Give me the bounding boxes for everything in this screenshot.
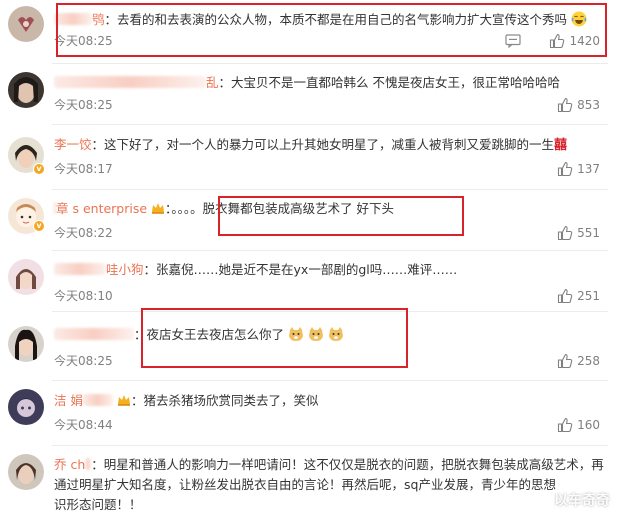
double-happiness-emoji: 囍 [554,138,568,153]
like-count: 258 [577,354,600,368]
avatar[interactable] [8,259,44,295]
crown-badge-icon [117,395,130,406]
like-button[interactable]: 160 [557,417,600,433]
comment-item: 乱：大宝贝不是一直都哈韩么 不愧是夜店女王，很正常哈哈哈哈 今天08:25 85… [0,64,620,124]
comment-text: 大宝贝不是一直都哈韩么 不愧是夜店女王，很正常哈哈哈哈 [231,75,561,90]
comment-item: 乔 ch ：明星和普通人的影响力一样吧请问！这不仅仅是脱衣的问题，把脱衣舞包装成高… [0,446,620,514]
avatar[interactable] [8,6,44,42]
thumbs-up-icon [558,288,573,304]
comment-text: 这下好了，对一个人的暴力可以上升其她女明星了，减重人被背刺又爱跳脚的一生 [104,137,555,152]
watermark: 以车奇奇 [554,493,610,509]
like-count: 160 [577,418,600,432]
comment-text: 猪去杀猪场欣赏同类去了，笑似 [143,393,319,408]
username[interactable]: 章 s enterprise [56,201,147,216]
like-count: 251 [577,289,600,303]
avatar[interactable] [8,454,44,490]
username[interactable]: 李一饺 [54,137,92,152]
comment-time: 今天08:25 [54,98,113,112]
username[interactable]: 哇小狗 [106,262,144,277]
like-button[interactable]: 251 [557,288,600,304]
like-button[interactable]: 853 [557,97,600,113]
comment-body: 乔 ch ：明星和普通人的影响力一样吧请问！这不仅仅是脱衣的问题，把脱衣舞包装成高… [54,455,610,514]
redacted-username-blur [54,328,134,340]
like-count: 551 [577,226,600,240]
highlight-box [56,3,607,57]
comment-line: 洁 娟 ：猪去杀猪场欣赏同类去了，笑似 [54,393,319,408]
redacted-username-blur [54,263,106,275]
comment-item: 洁 娟 ：猪去杀猪场欣赏同类去了，笑似 今天08:44 160 [0,381,620,437]
username[interactable]: 乔 ch [54,457,85,472]
comment-line: 李一饺：这下好了，对一个人的暴力可以上升其她女明星了，减重人被背刺又爱跳脚的一生… [54,137,568,153]
highlight-box [218,196,464,236]
comment-line: 哇小狗：张嘉倪……她是近不是在yx一部剧的gl吗……难评…… [54,262,457,278]
thumbs-up-icon [558,353,573,369]
comment-line: 乔 ch ：明星和普通人的影响力一样吧请问！这不仅仅是脱衣的问题，把脱衣舞包装成高… [54,457,604,472]
avatar[interactable] [8,389,44,425]
comment-time: 今天08:44 [54,418,113,432]
comment-item: 鸮：去看的和去表演的公众人物，本质不都是在用自己的名气影响力扩大宣传这个秀吗 今… [0,0,620,64]
thumbs-up-icon [558,161,573,177]
verified-badge: v [33,163,45,175]
comment-time: 今天08:17 [54,162,113,176]
comment-text-line: 明星和普通人的影响力一样吧请问！这不仅仅是脱衣的问题，把脱衣舞包装成高级艺术，再 [103,457,604,472]
like-count: 137 [577,162,600,176]
highlight-box [141,308,408,368]
comment-time: 今天08:25 [54,354,113,368]
comment-item: 哇小狗：张嘉倪……她是近不是在yx一部剧的gl吗……难评…… 今天08:10 2… [0,251,620,311]
avatar[interactable] [8,326,44,362]
avatar[interactable] [8,72,44,108]
crown-badge-icon [152,203,165,214]
username[interactable]: 洁 娟 [54,393,83,408]
like-button[interactable]: 551 [557,225,600,241]
username[interactable]: 乱 [206,75,219,90]
comment-item: v 李一饺：这下好了，对一个人的暴力可以上升其她女明星了，减重人被背刺又爱跳脚的… [0,125,620,189]
redacted-username-blur [85,458,92,470]
thumbs-up-icon [558,225,573,241]
comment-text-line: 通过明星扩大知名度，让粉丝发出脱衣自由的言论！再然后呢，sq产业发展，青少年的思… [54,477,556,492]
redacted-username-blur [54,76,206,88]
thumbs-up-icon [558,97,573,113]
like-button[interactable]: 258 [557,353,600,369]
comment-text-line: 识形态问题！！ [54,497,142,512]
thumbs-up-icon [558,417,573,433]
redacted-username-blur [54,202,56,214]
comment-time: 今天08:22 [54,226,113,240]
comment-item: v 章 s enterprise ：。。。。脱衣舞都包装成高级艺术了 好下头 今… [0,190,620,250]
comment-line: 乱：大宝贝不是一直都哈韩么 不愧是夜店女王，很正常哈哈哈哈 [54,75,560,91]
like-count: 853 [577,98,600,112]
redacted-username-blur [82,394,113,406]
verified-badge: v [33,220,45,232]
like-button[interactable]: 137 [557,161,600,177]
comment-item: ：夜店女王去夜店怎么你了 今天08:25 258 [0,308,620,380]
comment-text: 张嘉倪……她是近不是在yx一部剧的gl吗……难评…… [156,262,458,277]
comment-time: 今天08:10 [54,289,113,303]
